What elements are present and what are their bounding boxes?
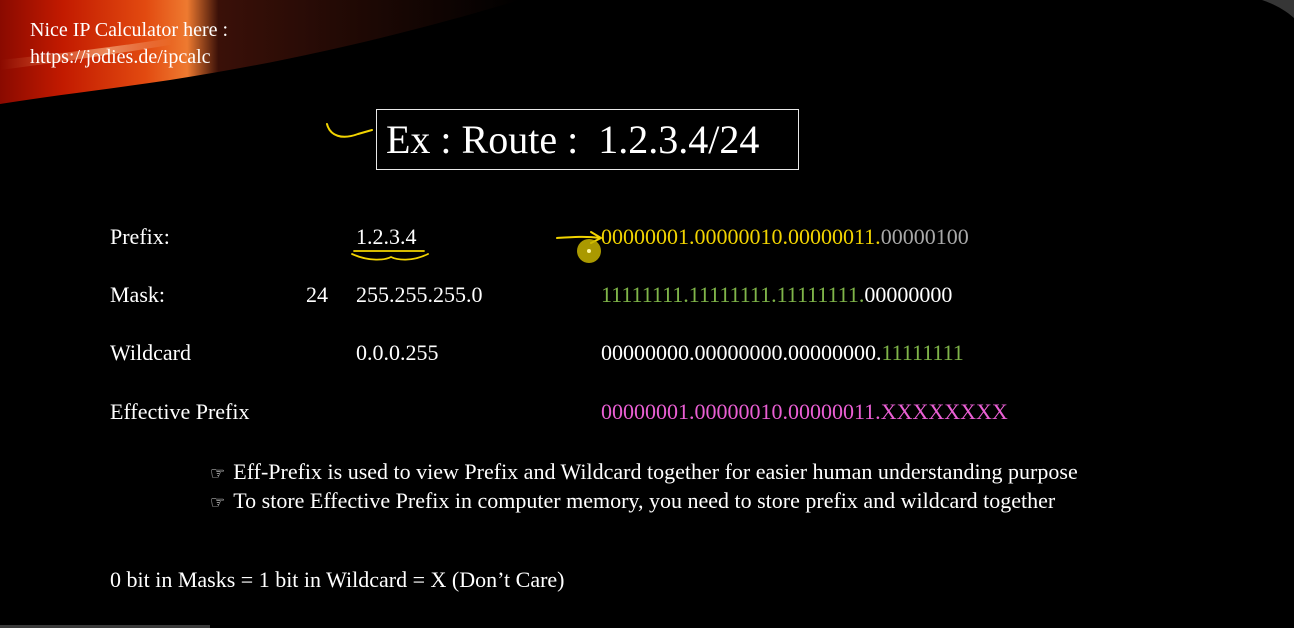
wildcard-bits: 00000000.00000000.00000000.11111111 <box>601 340 964 366</box>
bullet-text: To store Effective Prefix in computer me… <box>233 488 1056 513</box>
prefix-label: Prefix: <box>110 224 170 249</box>
prefix-network-bits: 00000001.00000010.00000011. <box>601 224 881 249</box>
mask-network-bits: 11111111.11111111.11111111. <box>601 282 865 307</box>
wildcard-value: 0.0.0.255 <box>356 340 439 365</box>
wildcard-host-bits: 11111111 <box>881 340 964 365</box>
effective-network-bits: 00000001.00000010.00000011. <box>601 399 881 424</box>
bullet-text: Eff-Prefix is used to view Prefix and Wi… <box>233 459 1078 484</box>
mask-label: Mask: <box>110 282 165 307</box>
pointing-hand-icon: ☞ <box>210 493 226 512</box>
prefix-host-bits: 00000100 <box>880 224 969 249</box>
wildcard-label: Wildcard <box>110 340 191 365</box>
title-pointer-stroke <box>326 123 373 138</box>
mask-cidr: 24 <box>306 282 328 307</box>
route-example-title: Ex : Route : 1.2.3.4/24 <box>376 109 799 170</box>
bullet-item: ☞ Eff-Prefix is used to view Prefix and W… <box>210 459 1078 485</box>
effective-prefix-bits: 00000001.00000010.00000011.XXXXXXXX <box>601 399 1008 425</box>
wildcard-network-bits: 00000000.00000000.00000000. <box>601 340 882 365</box>
prefix-arrow-head <box>590 231 602 244</box>
calculator-note-line1: Nice IP Calculator here : <box>30 19 229 41</box>
pointing-hand-icon: ☞ <box>210 464 226 483</box>
bullet-item: ☞ To store Effective Prefix in computer m… <box>210 488 1055 514</box>
footer-note: 0 bit in Masks = 1 bit in Wildcard = X (… <box>110 567 565 592</box>
calculator-note-link[interactable]: https://jodies.de/ipcalc <box>30 46 211 69</box>
prefix-arrow-stroke <box>556 235 601 239</box>
mask-host-bits: 00000000 <box>864 282 953 307</box>
effective-prefix-label: Effective Prefix <box>110 399 250 424</box>
mask-bits: 11111111.11111111.11111111.00000000 <box>601 282 952 308</box>
cursor-dot <box>577 239 601 263</box>
effective-dont-care-bits: XXXXXXXX <box>880 399 1008 424</box>
prefix-brace-stroke <box>351 253 429 261</box>
prefix-value: 1.2.3.4 <box>356 224 417 249</box>
slide: Nice IP Calculator here : https://jodies… <box>0 0 1294 628</box>
prefix-bits: 00000001.00000010.00000011.00000100 <box>601 224 969 250</box>
mask-value: 255.255.255.0 <box>356 282 483 307</box>
